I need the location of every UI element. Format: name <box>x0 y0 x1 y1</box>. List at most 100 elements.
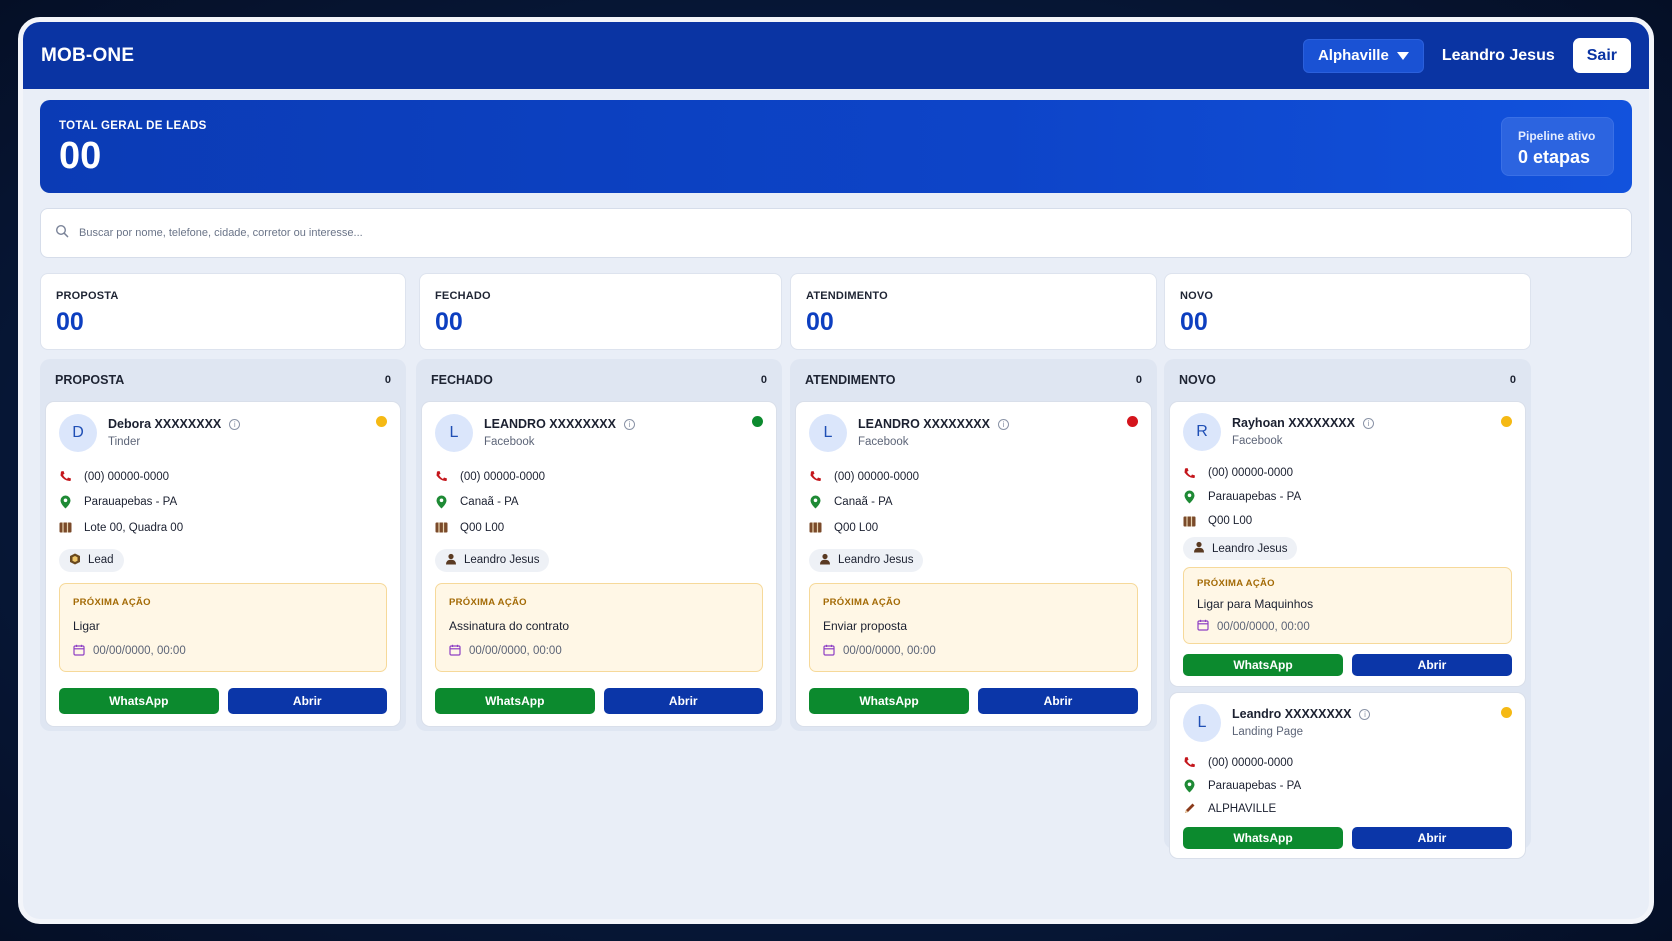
kanban-column-novo: NOVO 0 R Rayhoan XXXXXXXX i Facebook (00… <box>1164 359 1531 859</box>
lead-card[interactable]: D Debora XXXXXXXX i Tinder (00) 00000-00… <box>45 401 401 727</box>
lead-address: Q00 L00 <box>1208 515 1253 527</box>
phone-icon <box>1183 756 1196 769</box>
next-action-date: 00/00/0000, 00:00 <box>843 645 936 657</box>
whatsapp-button[interactable]: WhatsApp <box>1183 654 1343 676</box>
lead-agent: Leandro Jesus <box>1183 537 1298 560</box>
status-dot <box>1501 707 1512 718</box>
lead-city: Parauapebas - PA <box>1208 779 1302 792</box>
search-input[interactable] <box>79 227 1617 239</box>
phone-icon <box>435 470 448 483</box>
stat-label: ATENDIMENTO <box>806 290 888 302</box>
next-action-box: PRÓXIMA AÇÃO Assinatura do contrato 00/0… <box>435 582 763 672</box>
map-icon <box>809 521 822 534</box>
lead-city: Parauapebas - PA <box>1208 491 1302 503</box>
lead-source: Landing Page <box>1232 726 1303 738</box>
whatsapp-button[interactable]: WhatsApp <box>59 687 219 714</box>
lead-agent-label: Leandro Jesus <box>464 554 540 566</box>
lead-name: LEANDRO XXXXXXXX <box>858 417 990 431</box>
lead-card[interactable]: L LEANDRO XXXXXXXX i Facebook (00) 00000… <box>795 401 1152 727</box>
map-icon <box>1183 515 1196 528</box>
next-action-label: PRÓXIMA AÇÃO <box>1197 578 1275 589</box>
phone-icon <box>809 470 822 483</box>
open-button[interactable]: Abrir <box>1352 827 1512 849</box>
lead-card[interactable]: L LEANDRO XXXXXXXX i Facebook (00) 00000… <box>421 401 777 727</box>
lead-phone[interactable]: (00) 00000-0000 <box>84 471 169 483</box>
open-button[interactable]: Abrir <box>227 687 387 714</box>
lead-phone[interactable]: (00) 00000-0000 <box>1208 757 1293 769</box>
whatsapp-button[interactable]: WhatsApp <box>809 687 969 714</box>
lead-card[interactable]: L Leandro XXXXXXXX i Landing Page (00) 0… <box>1169 692 1526 859</box>
lead-city: Canaã - PA <box>460 496 519 509</box>
whatsapp-button[interactable]: WhatsApp <box>435 687 595 714</box>
stat-value: 00 <box>435 308 463 336</box>
lead-source: Facebook <box>1232 435 1283 447</box>
next-action-date: 00/00/0000, 00:00 <box>1217 620 1310 633</box>
info-icon[interactable]: i <box>1359 708 1371 720</box>
status-dot <box>752 416 763 427</box>
lead-agent: Leandro Jesus <box>435 548 550 572</box>
column-title: NOVO <box>1179 373 1216 387</box>
next-action-box: PRÓXIMA AÇÃO Ligar 00/00/0000, 00:00 <box>59 582 387 672</box>
status-dot <box>376 416 387 427</box>
lead-tag: Lead <box>59 548 124 572</box>
info-icon[interactable]: i <box>997 418 1009 430</box>
column-title: FECHADO <box>431 373 493 387</box>
lead-address: Lote 00, Quadra 00 <box>84 521 184 534</box>
lead-phone[interactable]: (00) 00000-0000 <box>460 471 545 483</box>
pipeline-label: Pipeline ativo <box>1518 129 1596 143</box>
lead-name: Rayhoan XXXXXXXX <box>1232 416 1355 430</box>
next-action-label: PRÓXIMA AÇÃO <box>823 596 901 608</box>
open-button[interactable]: Abrir <box>1352 654 1512 676</box>
next-action-box: PRÓXIMA AÇÃO Enviar proposta 00/00/0000,… <box>809 582 1138 672</box>
city-selector[interactable]: Alphaville <box>1302 38 1424 73</box>
pencil-icon <box>1183 802 1196 815</box>
map-icon <box>59 521 72 534</box>
person-icon <box>1193 541 1205 556</box>
avatar: L <box>435 414 473 452</box>
lead-card[interactable]: R Rayhoan XXXXXXXX i Facebook (00) 00000… <box>1169 401 1526 687</box>
stat-card-novo: NOVO 00 <box>1164 273 1531 350</box>
stat-value: 00 <box>56 308 84 336</box>
stat-label: PROPOSTA <box>56 290 119 302</box>
location-pin-icon <box>59 495 72 509</box>
lead-name: Debora XXXXXXXX <box>108 417 222 431</box>
city-selector-label: Alphaville <box>1317 47 1389 64</box>
stat-card-proposta: PROPOSTA 00 <box>40 273 406 350</box>
info-icon[interactable]: i <box>229 418 241 430</box>
column-title: PROPOSTA <box>55 373 125 387</box>
location-pin-icon <box>1183 490 1196 504</box>
total-leads-value: 00 <box>59 135 102 177</box>
app-window: MOB-ONE Alphaville Leandro Jesus Sair TO… <box>18 17 1654 924</box>
calendar-icon <box>823 644 835 659</box>
stat-card-atendimento: ATENDIMENTO 00 <box>790 273 1157 350</box>
avatar: L <box>809 414 847 452</box>
whatsapp-button[interactable]: WhatsApp <box>1183 827 1343 849</box>
lead-phone[interactable]: (00) 00000-0000 <box>1208 467 1293 479</box>
column-count: 0 <box>1135 374 1142 386</box>
column-count: 0 <box>1509 374 1516 386</box>
lead-phone[interactable]: (00) 00000-0000 <box>834 471 919 483</box>
lead-source: Facebook <box>858 436 909 448</box>
status-dot <box>1127 416 1138 427</box>
lead-interest: ALPHAVILLE <box>1208 802 1277 815</box>
next-action-label: PRÓXIMA AÇÃO <box>449 596 527 608</box>
info-icon[interactable]: i <box>623 418 635 430</box>
lead-address: Q00 L00 <box>460 521 505 534</box>
info-icon[interactable]: i <box>1362 417 1374 429</box>
search-icon <box>55 224 69 243</box>
lead-address: Q00 L00 <box>834 521 879 534</box>
column-title: ATENDIMENTO <box>805 373 896 387</box>
phone-icon <box>1183 467 1196 480</box>
next-action-text: Assinatura do contrato <box>449 618 570 633</box>
lead-agent-label: Leandro Jesus <box>838 554 914 566</box>
open-button[interactable]: Abrir <box>978 687 1138 714</box>
pipeline-badge: Pipeline ativo 0 etapas <box>1501 117 1614 176</box>
total-leads-banner: TOTAL GERAL DE LEADS 00 Pipeline ativo 0… <box>40 100 1632 193</box>
logout-button[interactable]: Sair <box>1572 38 1631 73</box>
open-button[interactable]: Abrir <box>603 687 763 714</box>
location-pin-icon <box>809 495 822 509</box>
calendar-icon <box>73 644 85 659</box>
next-action-box: PRÓXIMA AÇÃO Ligar para Maquinhos 00/00/… <box>1183 567 1512 644</box>
top-bar: MOB-ONE Alphaville Leandro Jesus Sair <box>23 22 1649 89</box>
phone-icon <box>59 470 72 483</box>
